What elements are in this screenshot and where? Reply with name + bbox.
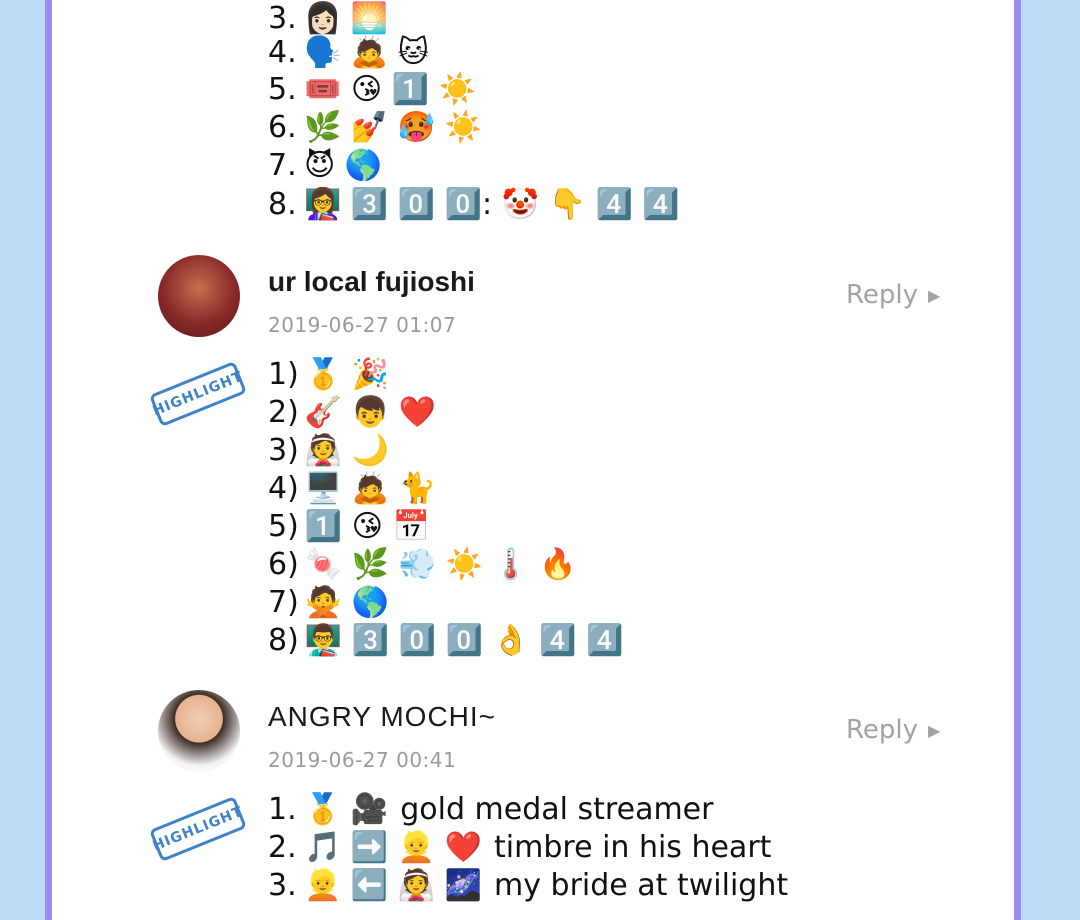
list-item: 1. 🥇 🎥 gold medal streamer xyxy=(268,792,714,827)
reply-button[interactable]: Reply ▶ xyxy=(846,715,940,745)
comment-username[interactable]: ur local fujioshi xyxy=(268,266,475,298)
list-item: 4. 🗣️ 🙇 🐱 xyxy=(268,35,430,70)
list-item: 3. 👱 ⬅️ 👰 🌌 my bride at twilight xyxy=(268,868,789,903)
avatar[interactable] xyxy=(158,690,240,772)
reply-button[interactable]: Reply ▶ xyxy=(846,280,940,310)
list-item: 7) 🙅 🌎 xyxy=(268,585,390,620)
list-item: 8) 👨‍🏫 3️⃣ 0️⃣ 0️⃣ 👌 4️⃣ 4️⃣ xyxy=(268,623,624,658)
comment-timestamp: 2019-06-27 00:41 xyxy=(268,748,457,772)
list-item: 1) 🥇 🎉 xyxy=(268,357,390,392)
avatar[interactable] xyxy=(158,255,240,337)
list-item: 5) 1️⃣ 😘 📅 xyxy=(268,509,430,544)
list-item: 6) 🍬 🌿 💨 ☀️ 🌡️ 🔥 xyxy=(268,547,577,582)
list-item: 2. 🎵 ➡️ 👱 ❤️ timbre in his heart xyxy=(268,830,772,865)
list-item: 7. 😈 🌎 xyxy=(268,148,383,183)
list-item: 2) 🎸 👦 ❤️ xyxy=(268,395,436,430)
list-item: 4) 🖥️ 🙇 🐈 xyxy=(268,471,436,506)
list-item: 6. 🌿 💅 🥵 ☀️ xyxy=(268,110,483,145)
list-item: 8. 👩‍🏫 3️⃣ 0️⃣ 0️⃣: 🤡 👇 4️⃣ 4️⃣ xyxy=(268,187,680,222)
comment-username[interactable]: ANGRY MOCHI~ xyxy=(268,701,496,733)
play-arrow-icon: ▶ xyxy=(928,720,941,740)
list-item: 3) 👰 🌙 xyxy=(268,433,390,468)
list-item: 5. 🎟️ 😘 1️⃣ ☀️ xyxy=(268,72,476,107)
comment-timestamp: 2019-06-27 01:07 xyxy=(268,313,457,337)
play-arrow-icon: ▶ xyxy=(928,285,941,305)
comment-panel xyxy=(45,0,1021,920)
list-item: 3. 👩🏻 🌅 xyxy=(268,1,389,36)
